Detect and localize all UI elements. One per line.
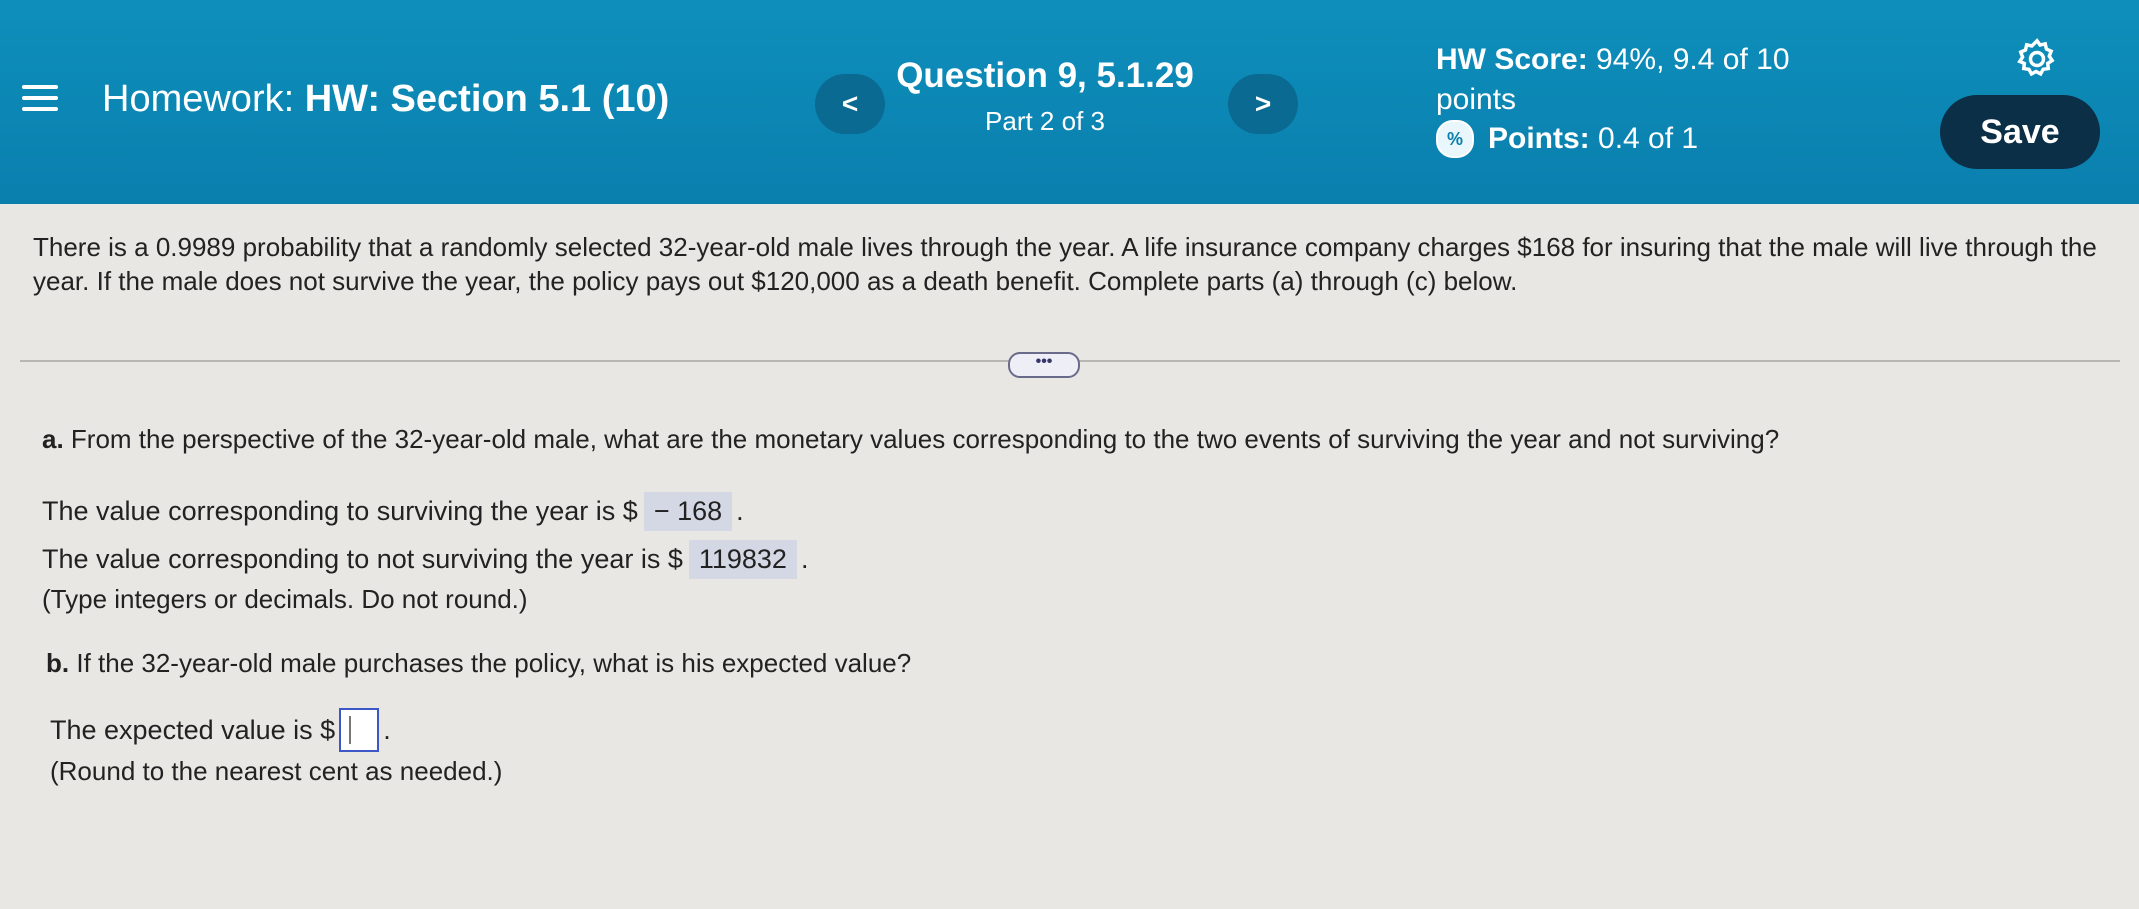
points-label: Points: [1488,122,1590,155]
homework-label: Homework: [102,78,295,120]
survive-answer-line: The value corresponding to surviving the… [42,492,744,531]
not-survive-period: . [800,544,809,574]
not-survive-answer[interactable]: 119832 [688,540,797,579]
survive-prefix: The value corresponding to surviving the… [42,496,638,526]
partial-credit-icon: % [1436,120,1474,158]
top-bar: Homework: HW: Section 5.1 (10) < Questio… [0,0,2139,204]
expected-prefix: The expected value is $ [50,714,336,745]
part-a-question: a. From the perspective of the 32-year-o… [42,424,1779,455]
homework-name: HW: Section 5.1 (10) [304,78,670,120]
not-survive-prefix: The value corresponding to not surviving… [42,544,683,574]
part-a-label: a. [42,424,64,454]
survive-answer[interactable]: − 168 [643,492,733,531]
question-points: % Points: 0.4 of 1 [1436,120,1698,158]
previous-question-button[interactable]: < [815,74,885,134]
chevron-right-icon: > [1254,88,1272,119]
gear-icon[interactable] [2014,36,2060,82]
part-a-hint: (Type integers or decimals. Do not round… [42,584,528,614]
part-a-text: From the perspective of the 32-year-old … [70,424,1780,454]
score-unit: points [1436,83,1517,116]
not-survive-answer-line: The value corresponding to not surviving… [42,540,808,579]
question-part: Part 2 of 3 [985,106,1105,136]
part-b-text: If the 32-year-old male purchases the po… [76,648,912,678]
expected-value-line: The expected value is $ . [50,708,391,752]
survive-period: . [736,496,744,526]
question-title: Question 9, 5.1.29 [896,56,1194,95]
expected-period: . [383,714,391,745]
menu-icon[interactable] [22,80,58,116]
save-button[interactable]: Save [1940,95,2100,169]
part-b-label: b. [46,648,70,678]
expected-value-input[interactable] [339,708,380,752]
problem-statement: There is a 0.9989 probability that a ran… [33,232,2097,296]
next-question-button[interactable]: > [1228,74,1298,134]
part-b-hint: (Round to the nearest cent as needed.) [50,756,503,786]
score-label: HW Score: [1436,43,1588,76]
hw-score: HW Score: 94%, 9.4 of 10 points [1436,40,1790,120]
score-value: 94%, 9.4 of 10 [1596,43,1790,76]
expand-more-button[interactable]: ••• [1008,352,1080,378]
chevron-left-icon: < [841,88,859,119]
points-value: 0.4 of 1 [1598,122,1699,155]
part-b-question: b. If the 32-year-old male purchases the… [46,648,911,679]
homework-title: Homework: HW: Section 5.1 (10) [102,78,669,121]
